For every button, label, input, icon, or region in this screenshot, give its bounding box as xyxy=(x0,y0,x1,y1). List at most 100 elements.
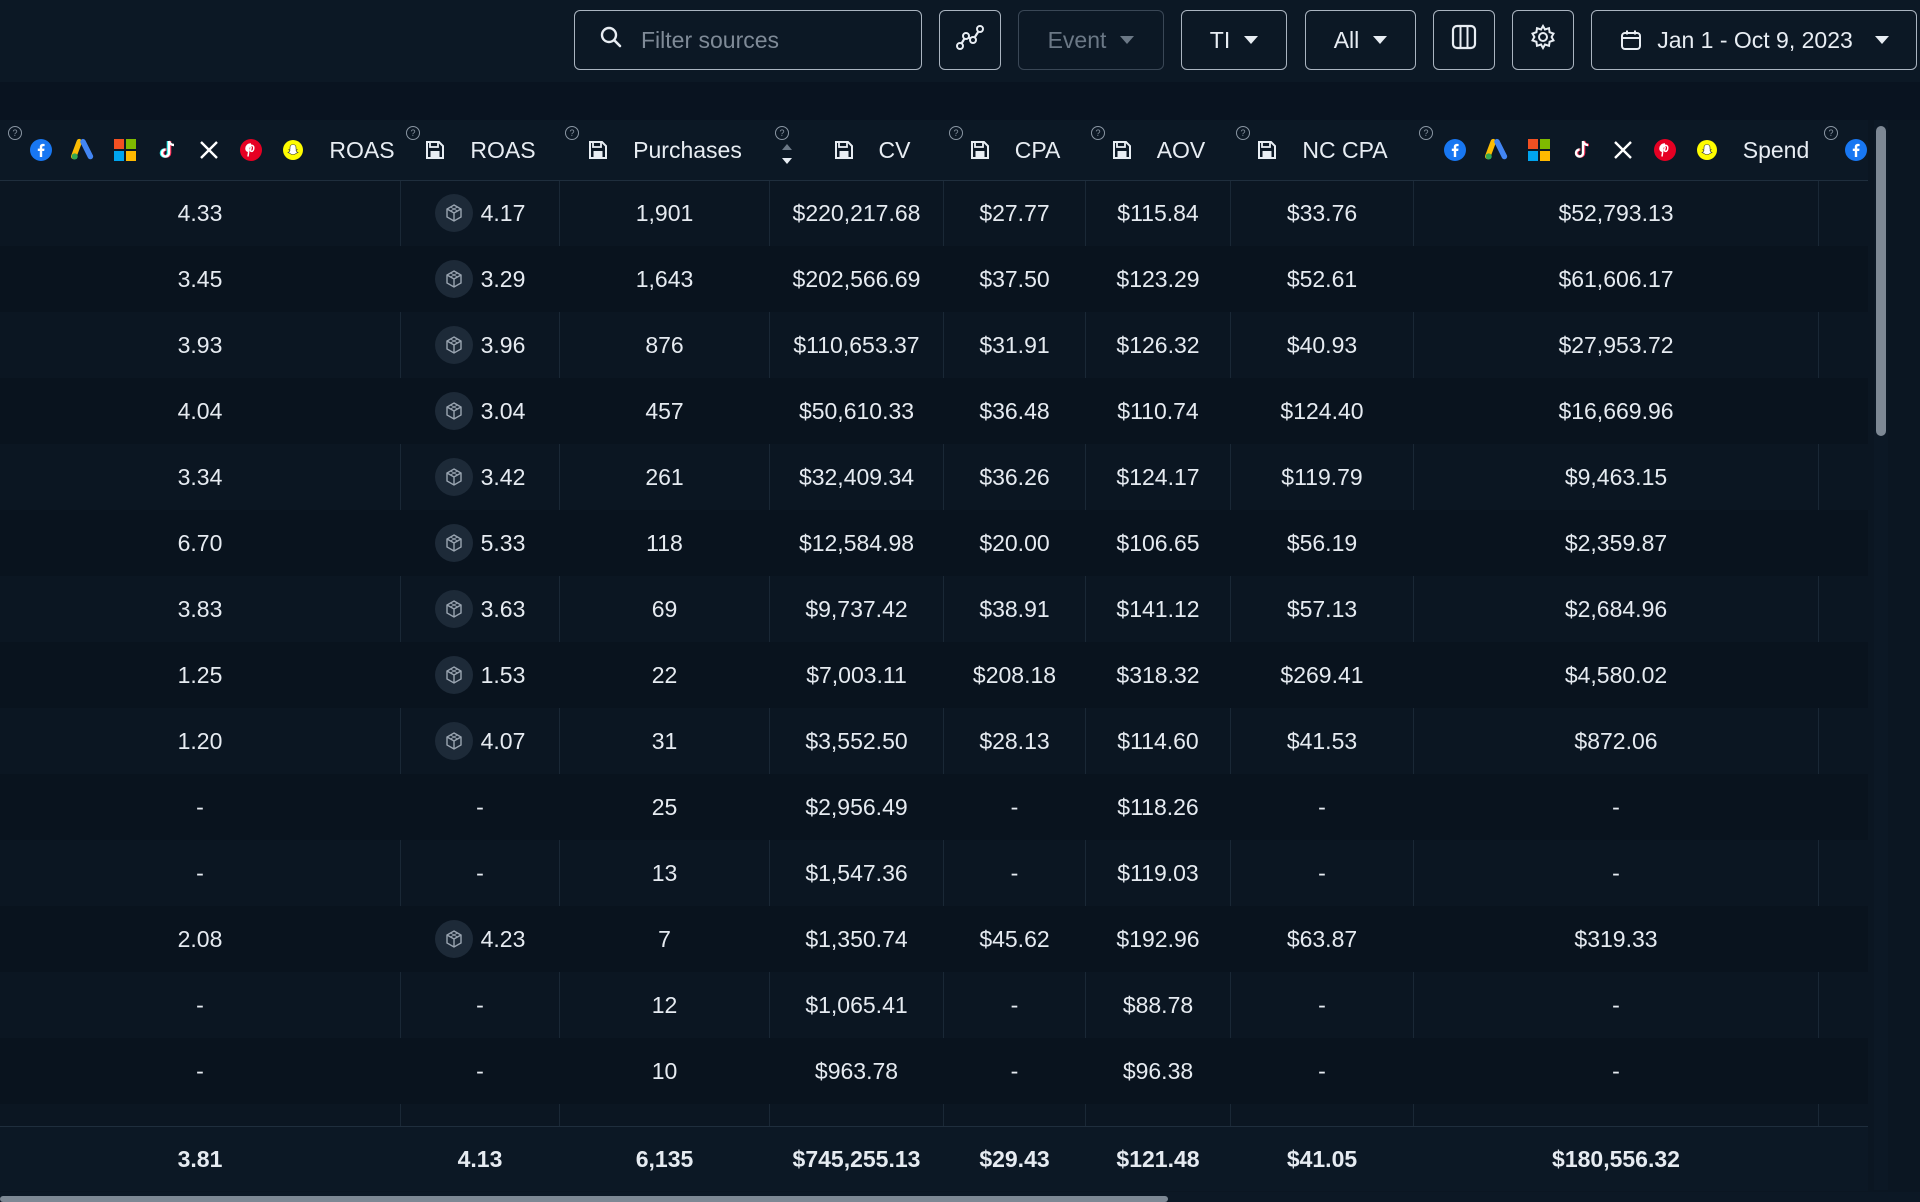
header-cpa[interactable]: CPA xyxy=(944,120,1085,180)
cell-purchases: 876 xyxy=(560,312,769,378)
table-row[interactable]: 1.20 4.07 31 $3,552.50 $28.13 $114.60 $41.53 $8… xyxy=(0,708,1868,774)
cell-value: $115.84 xyxy=(1117,199,1199,226)
header-aov[interactable]: AOV xyxy=(1086,120,1230,180)
sort-icon[interactable] xyxy=(780,142,794,171)
filter-sources-input[interactable]: Filter sources xyxy=(574,10,922,70)
total-aov: $121.48 xyxy=(1116,1145,1200,1172)
cell-roas: - xyxy=(401,1038,559,1104)
header-spend[interactable]: Spend xyxy=(1436,120,1816,180)
cell-cpa: $36.48 xyxy=(944,378,1085,444)
cell-value: $63.87 xyxy=(1286,925,1358,952)
cell-cpa: $208.18 xyxy=(944,642,1085,708)
facebook-icon xyxy=(1443,138,1467,162)
date-range-picker[interactable]: Jan 1 - Oct 9, 2023 xyxy=(1591,10,1917,70)
cell-purchases: 22 xyxy=(560,642,769,708)
cell-value: $27,953.72 xyxy=(1558,331,1674,358)
page-edge xyxy=(1890,120,1920,1192)
cell-aov: $124.17 xyxy=(1086,444,1230,510)
cell-aov: $96.38 xyxy=(1086,1038,1230,1104)
header-spend-label: Spend xyxy=(1742,136,1810,163)
cell-platform-roas: - xyxy=(0,1038,400,1104)
pinterest-icon xyxy=(1653,138,1677,162)
cell-value: 3.45 xyxy=(177,265,223,292)
cell-value: $126.32 xyxy=(1116,331,1200,358)
cell-aov: $115.84 xyxy=(1086,180,1230,246)
graph-button[interactable] xyxy=(939,10,1001,70)
header-aov-label: AOV xyxy=(1156,136,1206,163)
cell-nc-cpa: - xyxy=(1231,972,1413,1038)
table-row[interactable]: - - 12 $1,065.41 - $88.78 - - xyxy=(0,972,1868,1038)
attribution-model-dropdown[interactable]: TI xyxy=(1181,10,1287,70)
cell-cpa: $45.62 xyxy=(944,906,1085,972)
cell-spend: - xyxy=(1414,1038,1818,1104)
table-row[interactable]: 3.45 3.29 1,643 $202,566.69 $37.50 $123.29 $52… xyxy=(0,246,1868,312)
table-row[interactable]: 1.25 1.53 22 $7,003.11 $208.18 $318.32 $269.41… xyxy=(0,642,1868,708)
tiktok-icon xyxy=(155,138,179,162)
help-icon[interactable]: ? xyxy=(8,126,22,140)
header-nc-cpa[interactable]: NC CPA xyxy=(1231,120,1413,180)
calendar-icon xyxy=(1619,28,1643,52)
cell-purchases: 7 xyxy=(560,906,769,972)
cell-value: - xyxy=(1612,1057,1620,1084)
table-row[interactable]: 3.34 3.42 261 $32,409.34 $36.26 $124.17 $119.7… xyxy=(0,444,1868,510)
cell-value: 31 xyxy=(651,727,678,754)
cell-cv: $2,956.49 xyxy=(770,774,943,840)
header-purchases[interactable]: Purchases xyxy=(560,120,769,180)
cell-value: 1.25 xyxy=(177,661,223,688)
cell-value: $9,737.42 xyxy=(805,595,908,622)
cell-value: 261 xyxy=(645,463,684,490)
total-roas: 4.13 xyxy=(457,1145,503,1172)
table-row[interactable]: 3.93 3.96 876 $110,653.37 $31.91 $126.32 $40.9… xyxy=(0,312,1868,378)
cell-purchases: 31 xyxy=(560,708,769,774)
table-row[interactable]: 4.04 3.04 457 $50,610.33 $36.48 $110.74 $124.4… xyxy=(0,378,1868,444)
cell-value: $318.32 xyxy=(1116,661,1200,688)
cell-roas: 4.17 xyxy=(401,180,559,246)
cell-value: - xyxy=(1612,859,1620,886)
cell-value: - xyxy=(476,793,484,820)
window-dropdown[interactable]: All xyxy=(1305,10,1416,70)
horizontal-scrollbar-thumb[interactable] xyxy=(0,1196,1168,1202)
cell-purchases: 457 xyxy=(560,378,769,444)
cell-value: $41.53 xyxy=(1286,727,1358,754)
cell-cpa: $38.91 xyxy=(944,576,1085,642)
cell-value: $269.41 xyxy=(1280,661,1364,688)
cell-value: - xyxy=(1010,991,1019,1018)
cell-value: 3.42 xyxy=(480,463,526,490)
cell-value: $16,669.96 xyxy=(1558,397,1674,424)
floppy-icon xyxy=(1256,139,1278,161)
cell-value: $36.48 xyxy=(979,397,1050,424)
help-icon[interactable]: ? xyxy=(1419,126,1433,140)
cell-nc-cpa: $119.79 xyxy=(1231,444,1413,510)
table-row[interactable]: - - 13 $1,547.36 - $119.03 - - xyxy=(0,840,1868,906)
table-row[interactable]: - - 25 $2,956.49 - $118.26 - - xyxy=(0,774,1868,840)
cell-spend: $319.33 xyxy=(1414,906,1818,972)
cell-roas: 1.53 xyxy=(401,642,559,708)
help-icon[interactable]: ? xyxy=(775,126,789,140)
header-platform-roas[interactable]: ROAS xyxy=(26,120,398,180)
table-row[interactable]: 3.83 3.63 69 $9,737.42 $38.91 $141.12 $57.13 $2… xyxy=(0,576,1868,642)
cell-purchases: 12 xyxy=(560,972,769,1038)
microsoft-icon xyxy=(1527,138,1551,162)
cell-cv: $1,547.36 xyxy=(770,840,943,906)
columns-button[interactable] xyxy=(1433,10,1495,70)
cell-value: $118.26 xyxy=(1117,793,1199,820)
cell-cv: $9,737.42 xyxy=(770,576,943,642)
event-dropdown[interactable]: Event xyxy=(1018,10,1164,70)
header-cv[interactable]: CV xyxy=(800,120,943,180)
header-roas[interactable]: ROAS xyxy=(401,120,559,180)
facebook-icon xyxy=(1844,138,1868,167)
table-row[interactable]: 2.08 4.23 7 $1,350.74 $45.62 $192.96 $63.87 $31… xyxy=(0,906,1868,972)
help-icon[interactable]: ? xyxy=(1824,126,1838,140)
cell-value: $2,359.87 xyxy=(1564,529,1668,556)
x-icon xyxy=(197,138,221,162)
cell-cpa: $27.77 xyxy=(944,180,1085,246)
vertical-scrollbar-thumb[interactable] xyxy=(1876,126,1886,436)
cell-spend: - xyxy=(1414,972,1818,1038)
cell-value: 22 xyxy=(651,661,678,688)
cell-value: $124.40 xyxy=(1280,397,1364,424)
settings-button[interactable] xyxy=(1512,10,1574,70)
table-row[interactable]: 4.33 4.17 1,901 $220,217.68 $27.77 $115.84 $33… xyxy=(0,180,1868,246)
header-purchases-label: Purchases xyxy=(633,136,742,163)
table-row[interactable]: - - 10 $963.78 - $96.38 - - xyxy=(0,1038,1868,1104)
table-row[interactable]: 6.70 5.33 118 $12,584.98 $20.00 $106.65 $56.19… xyxy=(0,510,1868,576)
